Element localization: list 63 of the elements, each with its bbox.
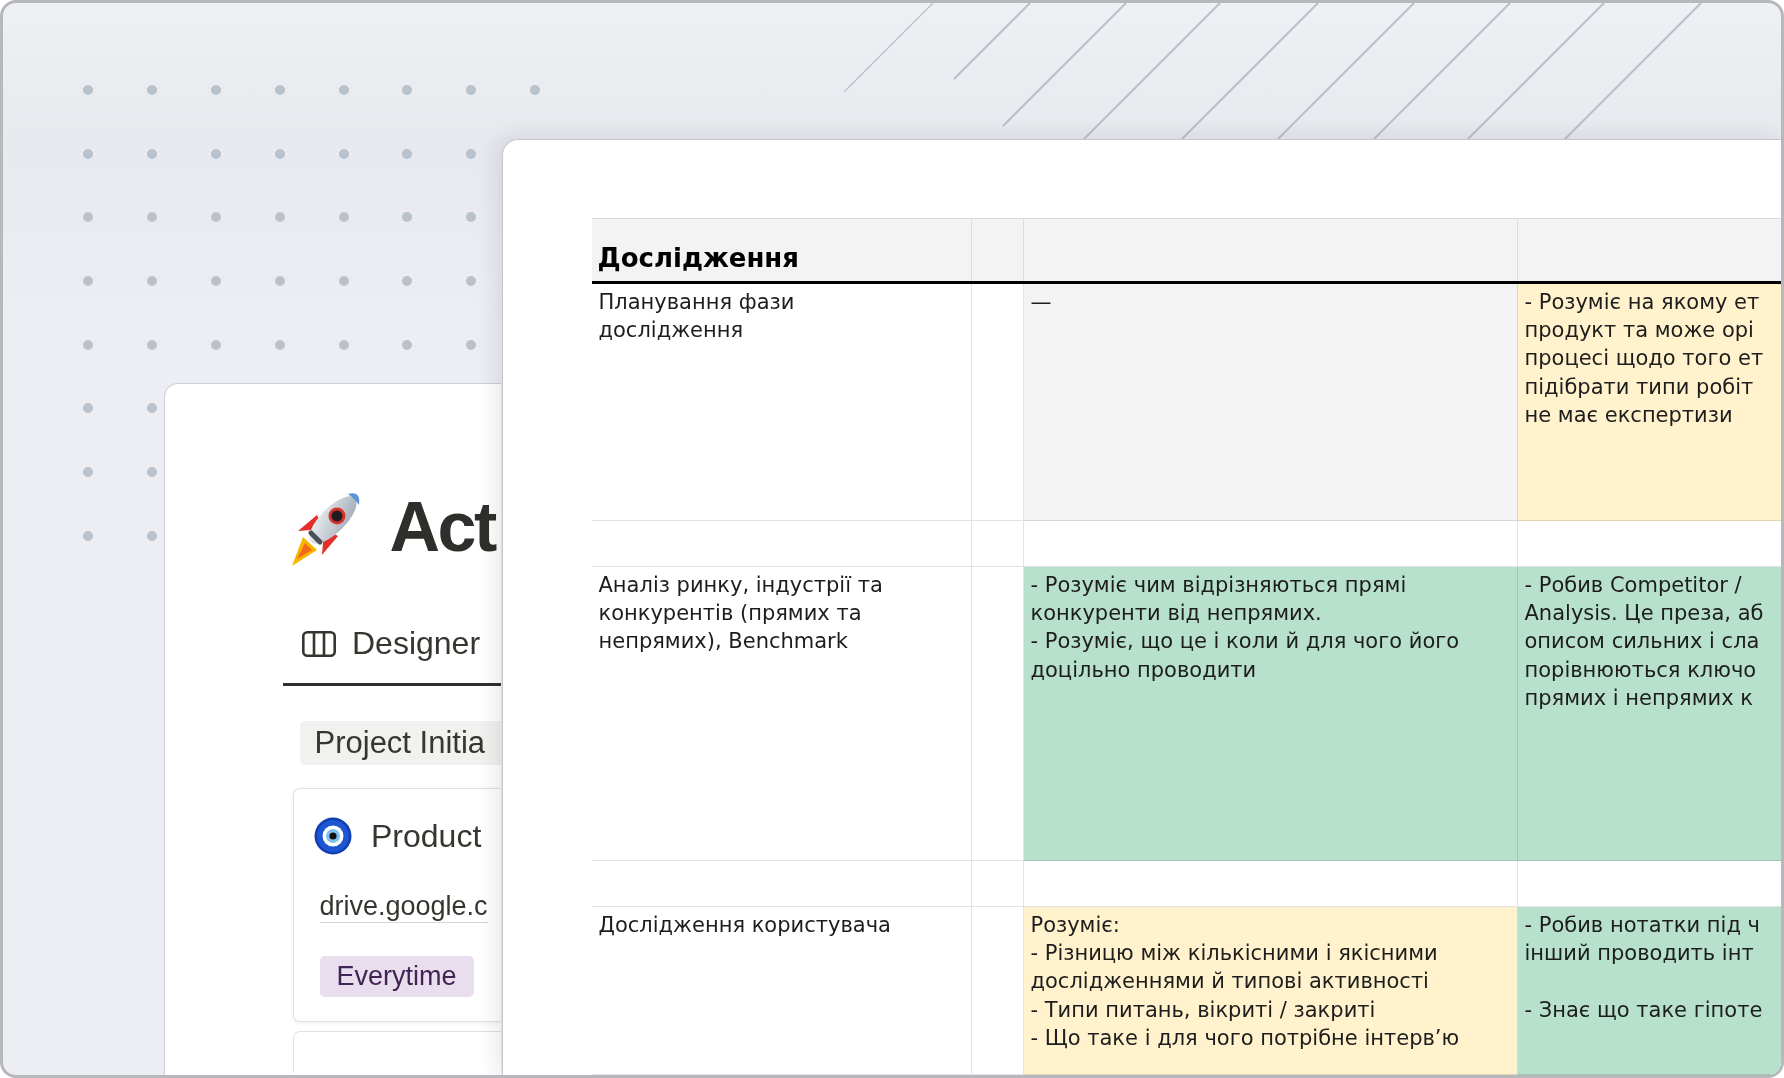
grid-dot (147, 276, 157, 286)
eye-icon (314, 817, 352, 855)
grid-dot (147, 149, 157, 159)
grid-dot (466, 85, 476, 95)
columns-icon (302, 630, 336, 657)
grid-dot (466, 340, 476, 350)
grid-dot (275, 212, 285, 222)
group-header[interactable]: Project Initia (299, 720, 501, 765)
grid-dot (275, 149, 285, 159)
grid-dot (211, 276, 221, 286)
grid-dot (211, 340, 221, 350)
table-cell: - Робив Competitor / Analysis. Це преза, аб описом сильних і сла порівнюються ключо прямих і непрямих к (1517, 566, 1781, 861)
grid-dot (530, 85, 540, 95)
grid-dot (402, 85, 412, 95)
grid-dot (83, 467, 93, 477)
grid-dot (83, 85, 93, 95)
grid-dot (147, 403, 157, 413)
table-cell (971, 860, 1024, 907)
grid-dot (339, 212, 349, 222)
grid-dot (83, 403, 93, 413)
grid-dot (147, 212, 157, 222)
grid-dot (339, 85, 349, 95)
grid-dot (466, 149, 476, 159)
grid-dot (83, 212, 93, 222)
table-cell: - Розуміє чим відрізняються прямі конкуренти від непрямих. - Розуміє, що це і коли й для чого його доцільно проводити (1023, 566, 1518, 861)
tag: Everytime (319, 955, 474, 997)
grid-dot (402, 276, 412, 286)
table-cell: Розуміє: - Різницю між кількісними і якісними дослідженнями й типові активності - Типи питань, вікриті / закриті - Що таке і для чого потрібне інтерв’ю (1023, 906, 1518, 1075)
grid-dot (83, 531, 93, 541)
grid-dot (275, 85, 285, 95)
grid-dot (275, 340, 285, 350)
table-cell: - Розуміє на якому ет продукт та може орі процесі щодо того ет підібрати типи робіт не має експертизи (1517, 283, 1781, 521)
grid-dot (339, 149, 349, 159)
gallery-card[interactable]: Product drive.google.c Everytime (292, 787, 501, 1022)
grid-dot (402, 212, 412, 222)
grid-dot (83, 276, 93, 286)
grid-dot (339, 340, 349, 350)
grid-dot (147, 467, 157, 477)
grid-dot (339, 276, 349, 286)
grid-dot (211, 85, 221, 95)
gallery-card[interactable] (292, 1031, 501, 1073)
grid-dot (147, 340, 157, 350)
table-cell: Аналіз ринку, індустрії та конкурентів (прямих та непрямих), Benchmark (591, 566, 972, 861)
link[interactable]: drive.google.c (319, 890, 488, 923)
grid-dot (211, 212, 221, 222)
grid-dot (466, 276, 476, 286)
grid-dot (402, 149, 412, 159)
grid-dot (275, 276, 285, 286)
section-title: Дослідження (596, 242, 799, 275)
grid-dot (83, 340, 93, 350)
table-cell: Дослідження користувача (591, 906, 972, 1075)
table-cell: - Робив нотатки під ч інший проводить інт - Знає що таке гіпоте (1517, 906, 1781, 1075)
page-title: Act (389, 486, 495, 567)
grid-dot (211, 149, 221, 159)
grid-dot (83, 149, 93, 159)
card-title: Product (371, 817, 482, 855)
table-cell (971, 520, 1024, 567)
table-cell: Планування фази дослідження (591, 283, 972, 521)
grid-dot (147, 531, 157, 541)
grid-dot (466, 212, 476, 222)
table-cell: — (1023, 283, 1518, 521)
grid-dot (402, 340, 412, 350)
grid-dot (147, 85, 157, 95)
